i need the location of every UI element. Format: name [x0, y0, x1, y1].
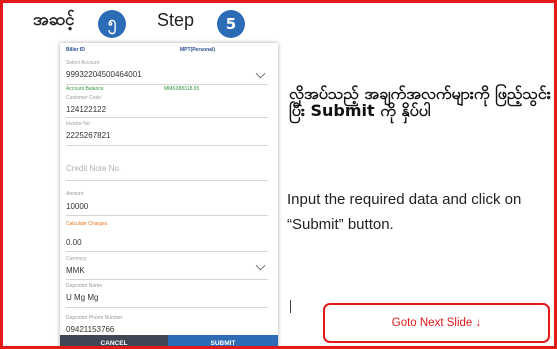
customer-code-value: 124122122	[66, 105, 107, 114]
depositor-name-value: U Mg Mg	[66, 293, 99, 302]
chevron-down-icon[interactable]	[255, 260, 266, 271]
step-label-myanmar: အဆင့်	[33, 10, 75, 30]
select-account-label: Select Account	[66, 60, 100, 66]
invoice-no-field[interactable]: Invoice No 2225267821	[66, 121, 268, 146]
currency-field[interactable]: Currency MMK	[66, 256, 268, 280]
depositor-phone-field[interactable]: Depositor Phone Number 09421153766	[66, 315, 268, 335]
select-account-value: 99932204500464001	[66, 70, 142, 79]
account-balance-value: MMK388318.65	[164, 86, 200, 92]
amount-label: Amount	[66, 191, 84, 197]
step-number-badge-myanmar: ၅	[98, 10, 126, 38]
credit-note-field[interactable]: Credit Note No.	[66, 156, 268, 181]
invoice-no-value: 2225267821	[66, 131, 111, 140]
slide-frame: အဆင့် ၅ Step 5 Biller ID MPT(Personal) S…	[0, 0, 557, 349]
charges-field[interactable]: Calculate Charges 0.00	[66, 221, 268, 252]
depositor-phone-value: 09421153766	[66, 325, 115, 334]
amount-value: 10000	[66, 202, 89, 211]
submit-button[interactable]: SUBMIT	[168, 335, 278, 346]
customer-code-field[interactable]: Customer Code 124122122	[66, 95, 268, 118]
currency-label: Currency	[66, 256, 87, 262]
instruction-english: Input the required data and click on “Su…	[287, 191, 522, 233]
depositor-name-label: Depositor Name	[66, 283, 103, 289]
amount-field[interactable]: Amount 10000	[66, 191, 268, 216]
biller-id-label: Biller ID	[66, 47, 85, 53]
divider-tick	[290, 300, 291, 313]
form-button-bar: CANCEL SUBMIT	[60, 335, 278, 346]
invoice-no-label: Invoice No	[66, 121, 90, 127]
credit-note-placeholder: Credit Note No.	[66, 164, 122, 173]
biller-row: Biller ID MPT(Personal)	[60, 47, 278, 57]
account-balance-row: Account Balance MMK388318.65	[66, 86, 268, 95]
currency-value: MMK	[66, 266, 85, 275]
cancel-button[interactable]: CANCEL	[60, 335, 168, 346]
calculate-charges-link[interactable]: Calculate Charges	[66, 221, 107, 227]
goto-next-slide-button[interactable]: Goto Next Slide ↓	[323, 303, 550, 343]
depositor-name-field[interactable]: Depositor Name U Mg Mg	[66, 283, 268, 308]
instruction-myanmar: လိုအပ်သည့် အချက်အလက်များကို ဖြည့်သွင်းပြ…	[289, 84, 551, 120]
select-account-field[interactable]: Select Account 99932204500464001	[66, 60, 268, 85]
account-balance-label: Account Balance	[66, 86, 104, 92]
phone-screenshot-form: Biller ID MPT(Personal) Select Account 9…	[60, 43, 278, 346]
customer-code-label: Customer Code	[66, 95, 102, 101]
chevron-down-icon[interactable]	[255, 68, 266, 79]
biller-id-value: MPT(Personal)	[180, 47, 216, 53]
step-number-badge-english: 5	[217, 10, 245, 38]
depositor-phone-label: Depositor Phone Number	[66, 315, 123, 321]
charges-value: 0.00	[66, 238, 82, 247]
step-label-english: Step	[157, 10, 195, 30]
